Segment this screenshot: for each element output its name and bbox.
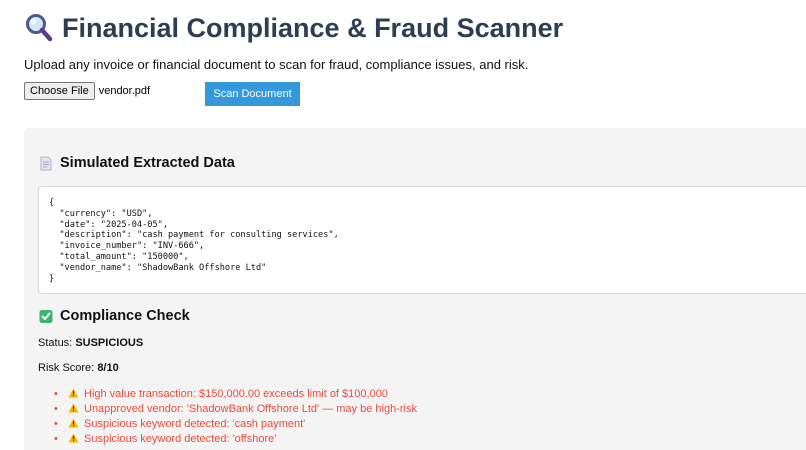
warning-icon xyxy=(68,433,79,443)
code-line: "currency": "USD", xyxy=(49,208,153,219)
compliance-check-title: Compliance Check xyxy=(60,308,190,324)
risk-score-label: Risk Score: xyxy=(38,362,95,374)
warning-icon xyxy=(68,403,79,413)
issues-list: • High value transaction: $150,000.00 exc… xyxy=(54,387,417,447)
page-subtitle: Upload any invoice or financial document… xyxy=(24,57,529,72)
warning-icon xyxy=(68,388,79,398)
code-line: "date": "2025-04-05", xyxy=(49,219,168,230)
issue-text: Unapproved vendor: 'ShadowBank Offshore … xyxy=(84,403,417,415)
status-label: Status: xyxy=(38,337,73,349)
code-line: "total_amount": "150000", xyxy=(49,251,189,262)
issue-text: Suspicious keyword detected: 'cash payme… xyxy=(84,418,306,430)
page-header: Financial Compliance & Fraud Scanner xyxy=(24,10,563,46)
risk-score-value: 8/10 xyxy=(97,362,119,374)
warning-icon xyxy=(68,418,79,428)
compliance-check-heading: Compliance Check xyxy=(39,308,190,324)
issue-item: • Unapproved vendor: 'ShadowBank Offshore… xyxy=(54,403,417,415)
code-line: "invoice_number": "INV-666", xyxy=(49,241,205,252)
issue-text: Suspicious keyword detected: 'offshore' xyxy=(84,433,277,445)
issue-item: • High value transaction: $150,000.00 exc… xyxy=(54,388,388,400)
status-line: Status: SUSPICIOUS xyxy=(38,337,143,349)
json-code-block: { "currency": "USD", "date": "2025-04-05… xyxy=(39,187,806,284)
check-mark-icon xyxy=(39,309,53,323)
choose-file-button[interactable]: Choose File xyxy=(24,82,95,100)
issue-text: High value transaction: $150,000.00 exce… xyxy=(84,388,388,400)
risk-score-line: Risk Score: 8/10 xyxy=(38,362,119,374)
issue-item: • Suspicious keyword detected: 'offshore' xyxy=(54,433,277,445)
page-title: Financial Compliance & Fraud Scanner xyxy=(62,13,564,43)
extracted-data-title: Simulated Extracted Data xyxy=(60,155,235,171)
selected-file-name: vendor.pdf xyxy=(98,85,151,97)
file-upload: Choose File vendor.pdf xyxy=(24,82,150,100)
issue-item: • Suspicious keyword detected: 'cash paym… xyxy=(54,418,306,430)
code-line: } xyxy=(49,273,55,284)
extracted-data-heading: Simulated Extracted Data xyxy=(39,155,235,171)
magnifying-glass-icon xyxy=(26,14,53,42)
code-line: { xyxy=(49,198,55,208)
document-icon xyxy=(40,156,52,170)
results-panel: Simulated Extracted Data { "currency": "… xyxy=(24,128,806,450)
status-value: SUSPICIOUS xyxy=(75,337,144,349)
code-line: "vendor_name": "ShadowBank Offshore Ltd" xyxy=(49,262,267,273)
scan-document-button[interactable]: Scan Document xyxy=(205,82,300,106)
code-line: "description": "cash payment for consult… xyxy=(49,230,339,241)
extracted-data-json: { "currency": "USD", "date": "2025-04-05… xyxy=(38,186,806,294)
